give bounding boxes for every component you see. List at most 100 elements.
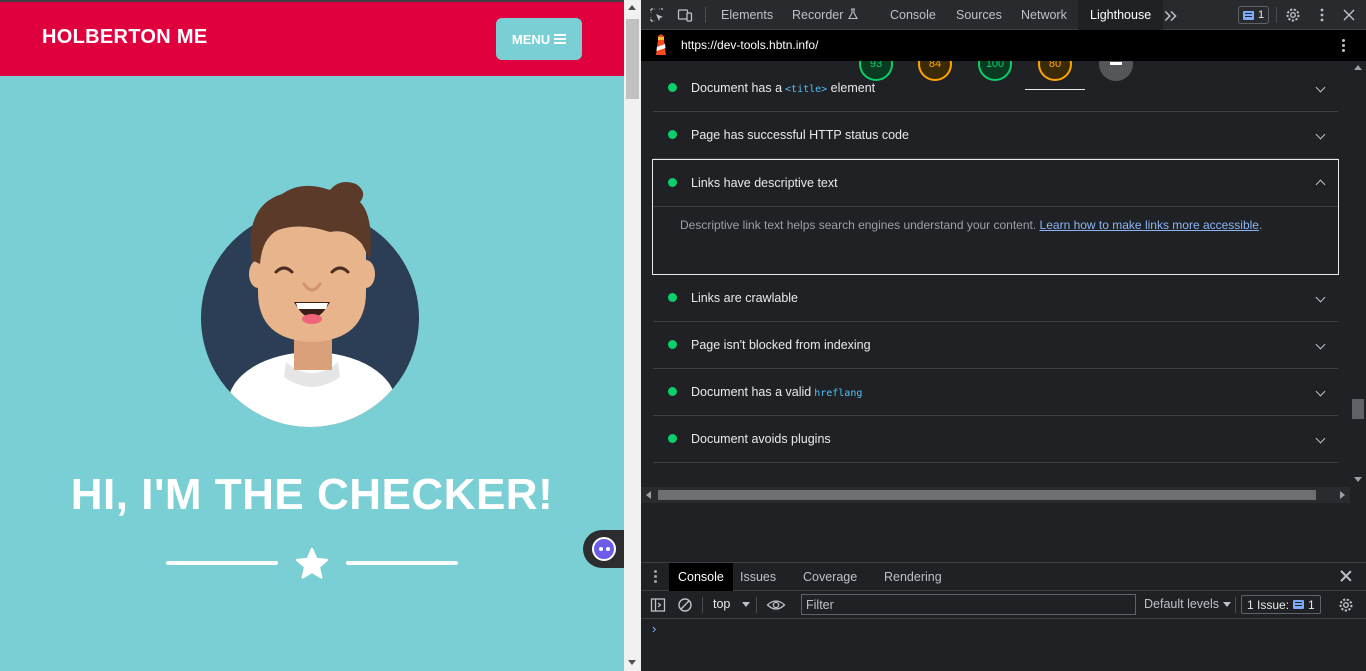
report-vertical-scrollbar[interactable] xyxy=(1350,61,1366,487)
message-icon xyxy=(1293,600,1305,609)
drawer-tab-issues[interactable]: Issues xyxy=(731,563,785,591)
context-selector[interactable]: top xyxy=(713,597,751,611)
audit-title: Page has successful HTTP status code xyxy=(691,128,909,142)
toolbar-separator xyxy=(1235,597,1236,613)
console-prompt-icon[interactable]: › xyxy=(652,621,656,636)
audit-title: Links have descriptive text xyxy=(691,176,838,190)
flask-icon xyxy=(847,8,858,20)
audit-row[interactable]: Links are crawlable xyxy=(653,275,1338,322)
menu-button[interactable]: MENU xyxy=(496,18,582,60)
learn-more-link[interactable]: Learn how to make links more accessible xyxy=(1040,218,1259,232)
issues-label: 1 Issue: xyxy=(1247,597,1290,612)
message-icon xyxy=(1243,10,1254,20)
issues-badge[interactable]: 1 xyxy=(1238,6,1270,24)
devtools-panel: Elements Recorder Console Sources Networ… xyxy=(641,0,1366,671)
issues-count: 1 xyxy=(1308,597,1315,612)
drawer-tab-rendering[interactable]: Rendering xyxy=(875,563,951,591)
tab-elements[interactable]: Elements xyxy=(717,0,777,30)
site-brand[interactable]: HOLBERTON ME xyxy=(42,26,207,49)
console-settings-gear-icon[interactable] xyxy=(1338,597,1354,613)
period: . xyxy=(1258,218,1263,232)
drawer-tabbar: Console Issues Coverage Rendering xyxy=(641,563,1366,591)
divider-line-left xyxy=(166,561,278,565)
scroll-right-arrow-icon[interactable] xyxy=(1340,491,1345,499)
pass-indicator-icon xyxy=(668,387,677,396)
live-expression-eye-icon[interactable] xyxy=(766,597,786,613)
audit-title: Links are crawlable xyxy=(691,291,798,305)
scroll-down-arrow-icon[interactable] xyxy=(1354,477,1362,482)
report-hscroll-thumb[interactable] xyxy=(658,490,1316,500)
more-options-kebab-icon[interactable] xyxy=(1314,7,1330,23)
dropdown-arrow-icon xyxy=(742,601,751,607)
audit-expanded-header[interactable]: Links have descriptive text xyxy=(653,160,1338,207)
close-devtools-icon[interactable] xyxy=(1341,7,1357,23)
audit-row[interactable]: Page has successful HTTP status code xyxy=(653,112,1338,159)
audit-title-text: Document has a xyxy=(691,81,783,95)
chevron-down-icon xyxy=(1315,292,1326,303)
audit-row-expanded[interactable]: Links have descriptive text Descriptive … xyxy=(652,159,1339,275)
report-url[interactable]: https://dev-tools.hbtn.info/ xyxy=(681,38,818,52)
tab-recorder-label: Recorder xyxy=(792,8,844,22)
hero-title: HI, I'M THE CHECKER! xyxy=(70,470,554,519)
scroll-left-arrow-icon[interactable] xyxy=(646,491,651,499)
sidebar-toggle-icon[interactable] xyxy=(650,597,666,613)
audit-title: Document avoids plugins xyxy=(691,432,831,446)
chat-widget-button[interactable] xyxy=(583,530,624,568)
tab-sources[interactable]: Sources xyxy=(952,0,1006,30)
scroll-up-arrow-icon[interactable] xyxy=(1354,65,1362,70)
audit-row[interactable]: Page isn't blocked from indexing xyxy=(653,322,1338,369)
pass-indicator-icon xyxy=(668,83,677,92)
star-divider xyxy=(166,544,458,584)
chevron-down-icon xyxy=(1315,82,1326,93)
audit-row[interactable]: Document avoids plugins xyxy=(653,416,1338,463)
pass-indicator-icon xyxy=(668,178,677,187)
bot-face-icon xyxy=(592,537,616,561)
report-scroll-thumb[interactable] xyxy=(1352,399,1364,419)
page-scroll-thumb[interactable] xyxy=(626,19,639,99)
hamburger-icon xyxy=(554,34,567,44)
more-tabs-chevron-icon[interactable] xyxy=(1163,8,1179,24)
star-icon xyxy=(295,547,329,579)
audit-title: Document has a <title> element xyxy=(691,81,875,95)
report-horizontal-scrollbar[interactable] xyxy=(641,487,1350,503)
toolbar-separator xyxy=(1276,7,1277,23)
tab-lighthouse[interactable]: Lighthouse xyxy=(1078,0,1164,30)
scroll-down-arrow-icon[interactable] xyxy=(628,660,636,665)
pass-indicator-icon xyxy=(668,340,677,349)
toolbar-separator xyxy=(702,597,703,613)
console-issues-button[interactable]: 1 Issue: 1 xyxy=(1241,595,1321,614)
tab-console[interactable]: Console xyxy=(886,0,940,30)
checker-avatar-illustration xyxy=(201,182,419,427)
device-toolbar-icon[interactable] xyxy=(677,7,693,23)
site-header: HOLBERTON ME MENU xyxy=(0,2,624,76)
screen: HOLBERTON ME MENU HI, I'M THE CHECKER! E… xyxy=(0,0,1366,671)
tab-network[interactable]: Network xyxy=(1017,0,1071,30)
settings-gear-icon[interactable] xyxy=(1285,7,1301,23)
menu-label: MENU xyxy=(511,31,551,47)
website-viewport: HOLBERTON ME MENU HI, I'M THE CHECKER! xyxy=(0,0,624,671)
inspect-element-icon[interactable] xyxy=(649,7,665,23)
pass-indicator-icon xyxy=(668,293,677,302)
console-filter-input[interactable] xyxy=(801,594,1136,615)
page-scrollbar[interactable] xyxy=(624,0,641,671)
close-drawer-icon[interactable] xyxy=(1340,570,1352,582)
audit-code: <title> xyxy=(785,84,828,95)
audit-row[interactable]: Document has a valid hreflang xyxy=(653,369,1338,416)
report-menu-kebab-icon[interactable] xyxy=(1342,39,1346,53)
drawer-menu-kebab-icon[interactable] xyxy=(654,570,657,585)
audit-title-text: Document has a valid xyxy=(691,385,812,399)
toolbar-separator xyxy=(705,7,706,23)
tab-recorder[interactable]: Recorder xyxy=(788,0,863,30)
dropdown-arrow-icon xyxy=(1223,601,1232,607)
devtools-tabbar: Elements Recorder Console Sources Networ… xyxy=(641,0,1366,30)
drawer-tab-console[interactable]: Console xyxy=(669,563,733,591)
context-value: top xyxy=(713,597,731,611)
scroll-up-arrow-icon[interactable] xyxy=(628,5,636,10)
drawer-tab-coverage[interactable]: Coverage xyxy=(794,563,866,591)
chevron-down-icon xyxy=(1315,386,1326,397)
pass-indicator-icon xyxy=(668,130,677,139)
clear-console-icon[interactable] xyxy=(677,597,693,613)
audit-code: hreflang xyxy=(814,388,863,399)
log-levels-dropdown[interactable]: Default levels xyxy=(1144,597,1232,611)
audit-row[interactable]: Document has a <title> element xyxy=(653,65,1338,112)
